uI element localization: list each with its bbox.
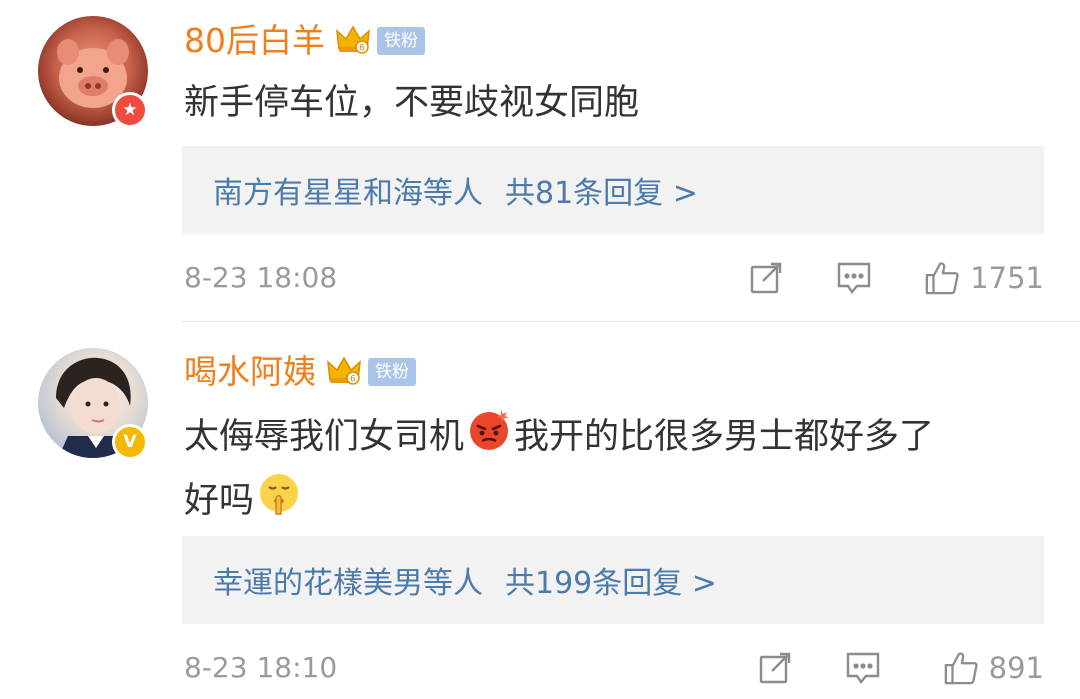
angry-face-icon [466, 406, 512, 470]
avatar[interactable]: V [38, 348, 148, 460]
replies-count: 共199条回复 > [505, 566, 717, 601]
comment-item: V 喝水阿姨 6 铁粉 太侮辱我们女司机 我开的比很多男士都好多了 好吗 幸運的… [0, 322, 1080, 699]
verified-v-icon: V [112, 424, 148, 460]
comment-icon[interactable] [845, 650, 881, 686]
replies-count: 共81条回复 > [505, 176, 698, 211]
like-icon[interactable] [924, 260, 960, 296]
shushing-face-icon [256, 470, 302, 534]
replies-users: 南方有星星和海等人 [213, 176, 483, 211]
svg-text:6: 6 [350, 375, 356, 385]
comment-text: 太侮辱我们女司机 我开的比很多男士都好多了 好吗 [184, 406, 1034, 534]
crown-icon: 6 [335, 23, 371, 59]
comment-text-part: 好吗 [184, 481, 255, 521]
username[interactable]: 80后白羊 [184, 19, 325, 63]
comment-icon[interactable] [836, 260, 872, 296]
share-icon[interactable] [748, 260, 784, 296]
like-count: 891 [988, 651, 1044, 685]
fan-badge: 铁粉 [368, 358, 416, 386]
like-count: 1751 [970, 261, 1044, 295]
comment-text-part: 太侮辱我们女司机 [184, 417, 465, 457]
comment-text: 新手停车位，不要歧视女同胞 [184, 83, 640, 123]
share-icon[interactable] [757, 650, 793, 686]
username[interactable]: 喝水阿姨 [184, 350, 316, 394]
crown-icon: 6 [326, 354, 362, 390]
replies-users: 幸運的花樣美男等人 [213, 566, 483, 601]
fan-badge: 铁粉 [377, 27, 425, 55]
timestamp: 8-23 18:10 [184, 651, 338, 684]
svg-text:6: 6 [359, 44, 365, 54]
replies-preview-button[interactable]: 南方有星星和海等人 共81条回复 > [182, 146, 1044, 234]
timestamp: 8-23 18:08 [184, 261, 338, 294]
replies-preview-button[interactable]: 幸運的花樣美男等人 共199条回复 > [182, 536, 1044, 624]
comment-text-part: 我开的比很多男士都好多了 [514, 417, 935, 457]
star-badge-icon: ★ [112, 92, 148, 128]
comment-item: ★ 80后白羊 6 铁粉 新手停车位，不要歧视女同胞 南方有星星和海等人 共81… [0, 0, 1080, 322]
avatar[interactable]: ★ [38, 16, 148, 128]
like-icon[interactable] [943, 650, 979, 686]
